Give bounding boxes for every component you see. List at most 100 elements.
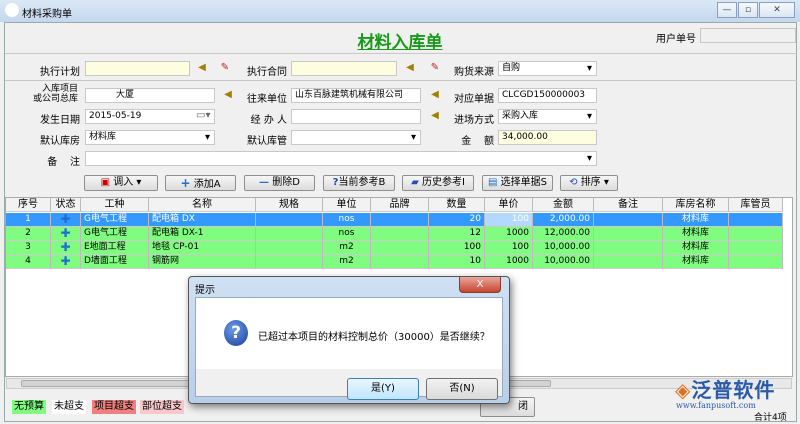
cell-remark[interactable] — [594, 213, 663, 227]
cell-qty[interactable]: 20 — [429, 213, 485, 227]
cell-price[interactable]: 1000 — [485, 255, 533, 269]
cell-remark[interactable] — [594, 255, 663, 269]
warehouse-select[interactable]: 材料库 — [85, 130, 215, 145]
select-doc-button[interactable]: ▤ 选择单据S — [482, 175, 553, 191]
cell-wh[interactable]: 材料库 — [663, 227, 729, 241]
project-input[interactable]: 大厦 — [85, 88, 215, 103]
no-button[interactable]: 否(N) — [426, 378, 498, 400]
cell-qty[interactable]: 10 — [429, 255, 485, 269]
cell-no[interactable]: 2 — [6, 227, 51, 241]
delete-button[interactable]: — 删除D — [244, 175, 315, 191]
cell-name[interactable]: 地毯 CP-01 — [149, 241, 256, 255]
col-price[interactable]: 单价 — [485, 198, 533, 212]
cell-amount[interactable]: 10,000.00 — [533, 255, 594, 269]
maximize-button[interactable]: ▫ — [738, 2, 758, 18]
cell-keeper[interactable] — [729, 213, 783, 227]
entry-select[interactable]: 采购入库 — [498, 109, 597, 124]
yes-button[interactable]: 是(Y) — [347, 378, 419, 400]
cell-trade[interactable]: G电气工程 — [81, 227, 149, 241]
cell-name[interactable]: 配电箱 DX-1 — [149, 227, 256, 241]
cell-price[interactable]: 1000 — [485, 227, 533, 241]
cell-unit[interactable]: nos — [323, 227, 371, 241]
cell-spec[interactable] — [256, 255, 323, 269]
pick-icon[interactable]: ◀ — [195, 62, 209, 74]
cell-wh[interactable]: 材料库 — [663, 241, 729, 255]
exec-plan-input[interactable] — [85, 61, 190, 76]
handler-input[interactable] — [291, 109, 421, 124]
col-unit[interactable]: 单位 — [323, 198, 371, 212]
cell-status[interactable]: ✚ — [51, 213, 81, 227]
minimize-button[interactable]: — — [717, 2, 737, 18]
calendar-icon[interactable]: ▭▾ — [196, 110, 210, 122]
cell-price[interactable]: 100 — [485, 213, 533, 227]
cell-amount[interactable]: 10,000.00 — [533, 241, 594, 255]
table-row[interactable]: 3 ✚ E地面工程 地毯 CP-01 m2 100 100 10,000.00 材料库 — [6, 241, 792, 255]
col-qty[interactable]: 数量 — [429, 198, 485, 212]
sort-button[interactable]: ⟲ 排序 ▾ — [560, 175, 618, 191]
col-warehouse[interactable]: 库房名称 — [663, 198, 729, 212]
keeper-select[interactable] — [291, 130, 421, 145]
cell-trade[interactable]: E地面工程 — [81, 241, 149, 255]
current-ref-button[interactable]: ?当前参考B — [323, 175, 395, 191]
cell-brand[interactable] — [371, 213, 429, 227]
history-ref-button[interactable]: ▰ 历史参考I — [402, 175, 474, 191]
cell-unit[interactable]: m2 — [323, 241, 371, 255]
cell-brand[interactable] — [371, 255, 429, 269]
cell-price[interactable]: 100 — [485, 241, 533, 255]
cell-spec[interactable] — [256, 241, 323, 255]
cell-no[interactable]: 3 — [6, 241, 51, 255]
cell-unit[interactable]: nos — [323, 213, 371, 227]
col-status[interactable]: 状态 — [51, 198, 81, 212]
cell-brand[interactable] — [371, 227, 429, 241]
pick-icon[interactable]: ◀ — [221, 89, 235, 101]
remark-input[interactable] — [85, 151, 597, 166]
cell-no[interactable]: 4 — [6, 255, 51, 269]
cell-amount[interactable]: 2,000.00 — [533, 213, 594, 227]
exec-contract-input[interactable] — [291, 61, 397, 76]
partner-input[interactable]: 山东百脉建筑机械有限公司 — [291, 88, 421, 103]
cell-amount[interactable]: 12,000.00 — [533, 227, 594, 241]
col-remark[interactable]: 备注 — [594, 198, 663, 212]
cell-remark[interactable] — [594, 227, 663, 241]
col-trade[interactable]: 工种 — [81, 198, 149, 212]
import-button[interactable]: ▣ 调入 ▾ — [84, 175, 158, 191]
cell-keeper[interactable] — [729, 255, 783, 269]
col-name[interactable]: 名称 — [149, 198, 256, 212]
user-no-input[interactable] — [700, 28, 796, 43]
cell-wh[interactable]: 材料库 — [663, 255, 729, 269]
cell-qty[interactable]: 100 — [429, 241, 485, 255]
cell-keeper[interactable] — [729, 241, 783, 255]
cell-spec[interactable] — [256, 213, 323, 227]
col-keeper[interactable]: 库管员 — [729, 198, 783, 212]
doc-input[interactable]: CLCGD150000003 — [498, 88, 597, 103]
cell-qty[interactable]: 12 — [429, 227, 485, 241]
cell-wh[interactable]: 材料库 — [663, 213, 729, 227]
cell-brand[interactable] — [371, 241, 429, 255]
table-row[interactable]: 2 ✚ G电气工程 配电箱 DX-1 nos 12 1000 12,000.00 材料库 — [6, 227, 792, 241]
cell-name[interactable]: 配电箱 DX — [149, 213, 256, 227]
cell-status[interactable]: ✚ — [51, 241, 81, 255]
cell-no[interactable]: 1 — [6, 213, 51, 227]
source-select[interactable]: 自购 — [498, 61, 597, 76]
col-brand[interactable]: 品牌 — [371, 198, 429, 212]
cell-unit[interactable]: m2 — [323, 255, 371, 269]
pick-icon[interactable]: ◀ — [403, 62, 417, 74]
clear-brush-icon[interactable]: ✎ — [218, 62, 232, 74]
cell-spec[interactable] — [256, 227, 323, 241]
cell-keeper[interactable] — [729, 227, 783, 241]
col-spec[interactable]: 规格 — [256, 198, 323, 212]
close-button[interactable]: ✕ — [759, 2, 795, 18]
add-button[interactable]: + 添加A — [165, 175, 236, 191]
col-amount[interactable]: 金额 — [533, 198, 594, 212]
col-no[interactable]: 序号 — [6, 198, 51, 212]
table-row[interactable]: 1 ✚ G电气工程 配电箱 DX nos 20 100 2,000.00 材料库 — [6, 213, 792, 227]
cell-status[interactable]: ✚ — [51, 255, 81, 269]
cell-trade[interactable]: D墙面工程 — [81, 255, 149, 269]
amount-input[interactable]: 34,000.00 — [498, 130, 597, 145]
cell-remark[interactable] — [594, 241, 663, 255]
dialog-close-button[interactable]: X — [459, 277, 501, 293]
cell-trade[interactable]: G电气工程 — [81, 213, 149, 227]
cell-status[interactable]: ✚ — [51, 227, 81, 241]
table-row[interactable]: 4 ✚ D墙面工程 钢筋网 m2 10 1000 10,000.00 材料库 — [6, 255, 792, 269]
cell-name[interactable]: 钢筋网 — [149, 255, 256, 269]
